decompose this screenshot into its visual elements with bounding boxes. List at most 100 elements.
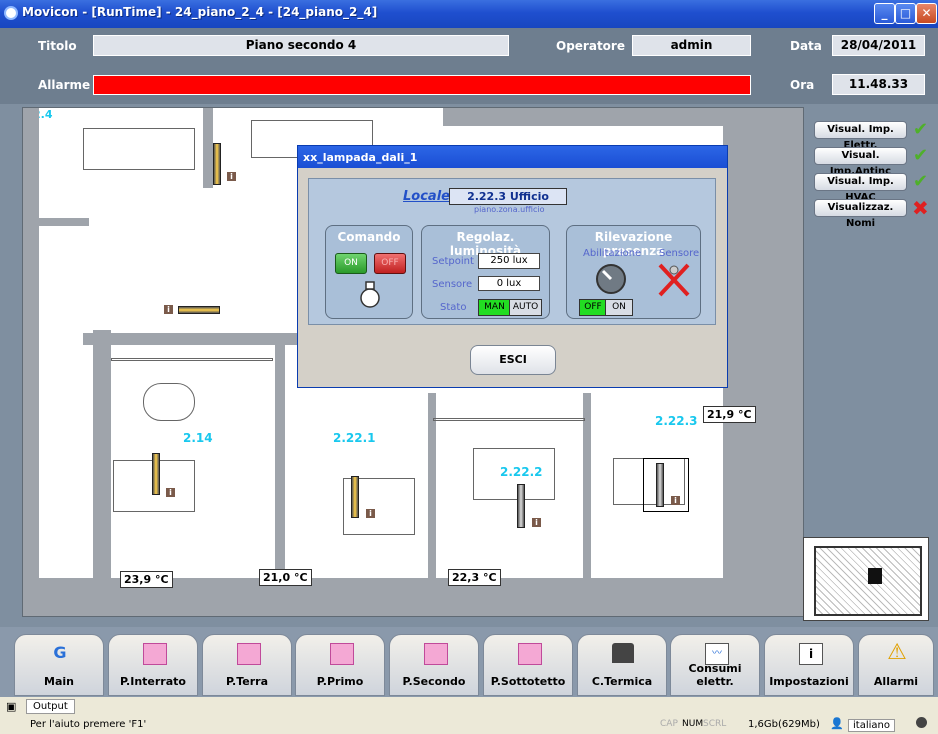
on-button[interactable]: ON	[335, 253, 367, 274]
nav-label: Consumi elettr.	[688, 662, 742, 688]
connection-icon	[916, 717, 927, 728]
app-icon	[4, 6, 18, 20]
cap-indicator: CAP	[660, 719, 678, 729]
status-bar: ▣ Output Per l'aiuto premere 'F1' CAP NU…	[0, 697, 938, 734]
building-icon	[518, 643, 542, 665]
visual-imp-antinc-button[interactable]: Visual. Imp.Antinc	[814, 147, 907, 177]
wall	[443, 108, 723, 126]
main-icon: G	[53, 643, 67, 662]
memory-indicator: 1,6Gb(629Mb)	[748, 719, 820, 730]
close-button[interactable]: ✕	[916, 3, 937, 24]
maximize-button[interactable]: □	[895, 3, 916, 24]
nav-p-terra-button[interactable]: P.Terra	[202, 634, 292, 696]
nav-label: C.Termica	[591, 675, 653, 688]
scrl-indicator: SCRL	[703, 719, 727, 729]
user-icon: 👤	[830, 717, 844, 730]
setpoint-input[interactable]: 250 lux	[478, 253, 540, 269]
lamp-icon[interactable]	[178, 306, 220, 314]
operatore-label: Operatore	[556, 39, 625, 53]
partition	[111, 358, 273, 361]
output-tab[interactable]: Output	[26, 699, 75, 714]
operatore-field: admin	[632, 35, 751, 56]
check-icon: ✔	[913, 171, 929, 192]
visual-imp-hvac-button[interactable]: Visual. Imp. HVAC	[814, 173, 907, 203]
nav-allarmi-button[interactable]: ⚠ Allarmi	[858, 634, 934, 696]
lamp-icon[interactable]	[152, 453, 160, 495]
nav-consumi-elettr-button[interactable]: 〰 Consumi elettr.	[670, 634, 760, 696]
building-icon	[424, 643, 448, 665]
window-title: Movicon - [RunTime] - 24_piano_2_4 - [24…	[22, 5, 378, 19]
temperature-readout: 23,9 °C	[120, 571, 173, 588]
presence-on-toggle[interactable]: ON	[605, 299, 633, 316]
nav-p-sottotetto-button[interactable]: P.Sottotetto	[483, 634, 573, 696]
nav-main-button[interactable]: G Main	[14, 634, 104, 696]
check-icon: ✔	[913, 119, 929, 140]
info-icon[interactable]: i	[366, 509, 375, 518]
dialog-panel: Locale 2.22.3 Ufficio piano.zona.ufficio…	[308, 178, 716, 325]
lamp-icon[interactable]	[517, 484, 525, 528]
regolaz-group: Regolaz. luminosità Setpoint 250 lux Sen…	[421, 225, 550, 319]
lightbulb-icon	[360, 281, 380, 308]
room-label: 2.22.1	[333, 431, 376, 445]
dialog-titlebar: xx_lampada_dali_1	[298, 146, 727, 168]
settings-icon: i	[799, 643, 823, 665]
minimize-button[interactable]: _	[874, 3, 895, 24]
wall	[203, 108, 213, 188]
partition	[433, 418, 585, 421]
building-icon	[330, 643, 354, 665]
time-field: 11.48.33	[832, 74, 925, 95]
nav-label: Impostazioni	[769, 675, 849, 688]
esci-button[interactable]: ESCI	[470, 345, 556, 375]
abilitazione-label: Abilitazione	[583, 248, 642, 259]
locale-hint: piano.zona.ufficio	[474, 205, 545, 214]
info-icon[interactable]: i	[166, 488, 175, 497]
help-text: Per l'aiuto premere 'F1'	[30, 719, 147, 730]
info-icon[interactable]: i	[532, 518, 541, 527]
info-icon[interactable]: i	[671, 496, 680, 505]
minimap[interactable]	[803, 537, 929, 621]
warning-icon: ⚠	[887, 640, 907, 665]
building-icon	[143, 643, 167, 665]
nav-p-interrato-button[interactable]: P.Interrato	[108, 634, 198, 696]
visual-imp-elettr-button[interactable]: Visual. Imp. Elettr.	[814, 121, 907, 151]
wall	[583, 393, 591, 583]
lamp-icon[interactable]	[656, 463, 664, 507]
auto-toggle[interactable]: AUTO	[509, 299, 542, 316]
meeting-table	[143, 383, 195, 421]
data-label: Data	[790, 39, 822, 53]
comando-title: Comando	[337, 230, 401, 244]
lamp-icon[interactable]	[213, 143, 221, 185]
minimap-current-area	[868, 568, 882, 584]
nav-p-secondo-button[interactable]: P.Secondo	[389, 634, 479, 696]
lamp-icon[interactable]	[351, 476, 359, 518]
locale-field: 2.22.3 Ufficio	[449, 188, 567, 205]
man-toggle[interactable]: MAN	[478, 299, 511, 316]
alarm-bar[interactable]	[93, 75, 751, 95]
date-field: 28/04/2011	[832, 35, 925, 56]
room-label: 2.22.2	[500, 465, 543, 479]
nav-impostazioni-button[interactable]: i Impostazioni	[764, 634, 854, 696]
setpoint-label: Setpoint	[432, 256, 474, 267]
presence-off-toggle[interactable]: OFF	[579, 299, 607, 316]
wall	[23, 108, 39, 616]
off-button[interactable]: OFF	[374, 253, 406, 274]
info-icon[interactable]: i	[164, 305, 173, 314]
info-icon[interactable]: i	[227, 172, 236, 181]
nav-label: P.Primo	[316, 675, 364, 688]
nav-p-primo-button[interactable]: P.Primo	[295, 634, 385, 696]
knob-icon[interactable]	[594, 262, 628, 296]
check-icon: ✔	[913, 145, 929, 166]
header-panel: Titolo Piano secondo 4 Operatore admin D…	[0, 28, 938, 104]
nav-c-termica-button[interactable]: C.Termica	[577, 634, 667, 696]
temperature-readout: 21,9 °C	[703, 406, 756, 423]
wall	[39, 218, 89, 226]
selected-lamp-box	[643, 458, 689, 512]
nav-label: P.Interrato	[120, 675, 186, 688]
rilevazione-group: Rilevazione presenza Abilitazione Sensor…	[566, 225, 701, 319]
comando-group: Comando ON OFF	[325, 225, 413, 319]
titolo-field: Piano secondo 4	[93, 35, 509, 56]
sensore-value: 0 lux	[478, 276, 540, 291]
visualizzaz-nomi-button[interactable]: Visualizzaz. Nomi	[814, 199, 907, 229]
nav-label: Main	[44, 675, 74, 688]
dialog-title: xx_lampada_dali_1	[303, 151, 418, 164]
